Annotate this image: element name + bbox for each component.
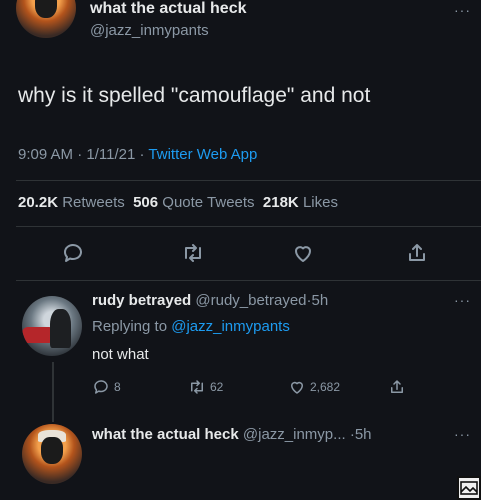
tweet-text: why is it spelled "camouflage" and not [18,84,371,107]
like-icon [291,381,303,394]
likes-stat[interactable]: 218K Likes [263,194,338,211]
meta-separator: · [77,146,83,163]
replying-prefix: Replying to [92,318,168,335]
quotes-label: Quote Tweets [162,194,255,211]
reply-reply-button[interactable]: 8 [92,378,121,396]
retweet-icon [191,380,203,394]
likes-count: 218K [262,194,299,211]
reply-action-bar: 8 62 2,682 [92,378,452,400]
reply-more-options-icon[interactable]: ··· [454,292,471,308]
reply-icon [64,244,82,262]
quotes-stat[interactable]: 506 Quote Tweets [133,194,254,211]
next-more-options-icon[interactable]: ··· [454,426,471,442]
reply-replies-count: 8 [114,380,121,394]
avatar-person [49,309,72,348]
tweet-time: 9:09 AM [18,146,74,163]
author-avatar[interactable] [16,0,76,38]
reply-retweet-button[interactable]: 62 [188,378,223,396]
tweet-source-app[interactable]: Twitter Web App [148,146,257,163]
reply-author-name[interactable]: rudy betrayed [92,292,191,309]
retweets-stat[interactable]: 20.2K Retweets [18,194,125,211]
replying-to: Replying to @jazz_inmypants [92,318,290,335]
author-handle[interactable]: @jazz_inmypants [90,22,209,39]
like-button[interactable] [288,238,318,268]
reply-share-button[interactable] [388,378,406,396]
divider [16,180,481,181]
reply-author-avatar[interactable] [22,296,82,356]
quotes-count: 506 [133,194,159,211]
divider [16,280,481,281]
share-icon [409,244,425,261]
more-options-icon[interactable]: ··· [454,2,471,18]
reply-like-button[interactable]: 2,682 [288,378,340,396]
share-button[interactable] [402,238,432,268]
next-time[interactable]: 5h [355,426,372,443]
reply-author-handle[interactable]: @rudy_betrayed [195,292,306,309]
avatar-face [35,0,57,18]
reply-likes-count: 2,682 [310,380,341,394]
replying-to-link[interactable]: @jazz_inmypants [171,318,290,335]
retweet-icon [185,244,201,262]
tweet-action-bar [0,238,481,274]
tweet-meta: 9:09 AM · 1/11/21 · Twitter Web App [18,146,257,163]
retweet-button[interactable] [178,238,208,268]
reply-time[interactable]: 5h [312,292,329,309]
next-tweet-header: what the actual heck @jazz_inmyp... ·5h [92,426,372,443]
reply-icon [94,380,108,394]
tweet-date[interactable]: 1/11/21 [86,146,135,163]
likes-label: Likes [302,194,338,211]
reply-button[interactable] [58,238,88,268]
share-icon [391,380,403,393]
next-author-name[interactable]: what the actual heck [92,426,239,443]
reply-header: rudy betrayed @rudy_betrayed·5h [92,292,328,309]
next-author-avatar[interactable] [22,424,82,484]
reply-retweets-count: 62 [210,380,224,394]
retweets-label: Retweets [62,194,125,211]
next-author-handle[interactable]: @jazz_inmyp... [243,426,346,443]
meta-separator: · [139,146,145,163]
image-badge-icon [457,476,481,500]
divider [16,226,481,227]
avatar-face [41,437,63,464]
author-name[interactable]: what the actual heck [90,0,247,18]
reply-text: not what [92,346,149,363]
like-icon [295,246,311,262]
retweets-count: 20.2K [18,194,59,211]
tweet-stats: 20.2K Retweets 506 Quote Tweets 218K Lik… [18,194,338,211]
thread-line [52,362,54,422]
